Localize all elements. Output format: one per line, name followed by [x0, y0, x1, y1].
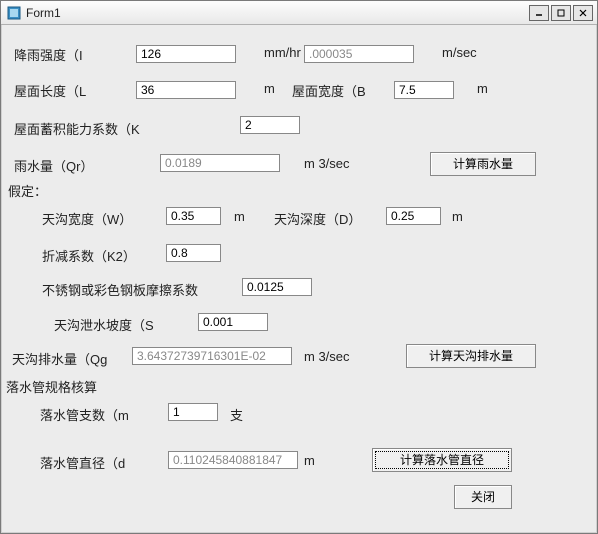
roof-width-label: 屋面宽度（B	[292, 81, 366, 100]
window-title: Form1	[26, 6, 527, 20]
rain-volume-input[interactable]	[160, 154, 280, 172]
m-unit-1: m	[264, 81, 275, 96]
client-area: 降雨强度（I mm/hr m/sec 屋面长度（L m 屋面宽度（B m 屋面蓄…	[1, 25, 597, 533]
titlebar: Form1	[1, 1, 597, 25]
m-unit-4: m	[452, 209, 463, 224]
m3sec-2: m 3/sec	[304, 349, 350, 364]
calc-pipe-button[interactable]: 计算落水管直径	[372, 448, 512, 472]
gutter-depth-label: 天沟深度（D）	[274, 209, 361, 228]
gutter-drain-input[interactable]	[132, 347, 292, 365]
pipe-diameter-input[interactable]	[168, 451, 298, 469]
rain-intensity-ms-input[interactable]	[304, 45, 414, 63]
pipe-diameter-label: 落水管直径（d	[40, 453, 125, 472]
rain-volume-label: 雨水量（Qr）	[14, 156, 93, 175]
m-unit-5: m	[304, 453, 315, 468]
maximize-button[interactable]	[551, 5, 571, 21]
reduce-coef-label: 折减系数（K2）	[42, 246, 136, 265]
roof-width-input[interactable]	[394, 81, 454, 99]
gutter-depth-input[interactable]	[386, 207, 441, 225]
close-form-button[interactable]: 关闭	[454, 485, 512, 509]
storage-coef-input[interactable]	[240, 116, 300, 134]
pipe-count-input[interactable]	[168, 403, 218, 421]
gutter-width-label: 天沟宽度（W）	[42, 209, 132, 228]
assume-label: 假定：	[8, 181, 47, 200]
storage-coef-label: 屋面蓄积能力系数（K	[14, 119, 140, 138]
minimize-button[interactable]	[529, 5, 549, 21]
roof-length-label: 屋面长度（L	[14, 81, 86, 100]
pipe-spec-label: 落水管规格核算	[6, 377, 97, 396]
slope-input[interactable]	[198, 313, 268, 331]
friction-coef-input[interactable]	[242, 278, 312, 296]
rain-intensity-label: 降雨强度（I	[14, 45, 83, 64]
roof-length-input[interactable]	[136, 81, 236, 99]
calc-rain-button[interactable]: 计算雨水量	[430, 152, 536, 176]
reduce-coef-input[interactable]	[166, 244, 221, 262]
m-unit-2: m	[477, 81, 488, 96]
pipe-count-unit: 支	[230, 405, 243, 424]
gutter-width-input[interactable]	[166, 207, 221, 225]
m3sec-1: m 3/sec	[304, 156, 350, 171]
pipe-count-label: 落水管支数（m	[40, 405, 129, 424]
rain-intensity-input[interactable]	[136, 45, 236, 63]
friction-coef-label: 不锈钢或彩色钢板摩擦系数	[42, 280, 198, 299]
close-button[interactable]	[573, 5, 593, 21]
mm-hr-label: mm/hr	[264, 45, 301, 60]
main-window: Form1 降雨强度（I mm/hr m/sec 屋面长度（L m 屋面宽度（B…	[0, 0, 598, 534]
app-icon	[7, 6, 21, 20]
slope-label: 天沟泄水坡度（S	[54, 315, 154, 334]
m-sec-label: m/sec	[442, 45, 477, 60]
window-controls	[527, 5, 593, 21]
m-unit-3: m	[234, 209, 245, 224]
calc-gutter-button[interactable]: 计算天沟排水量	[406, 344, 536, 368]
gutter-drain-label: 天沟排水量（Qg	[12, 349, 107, 368]
